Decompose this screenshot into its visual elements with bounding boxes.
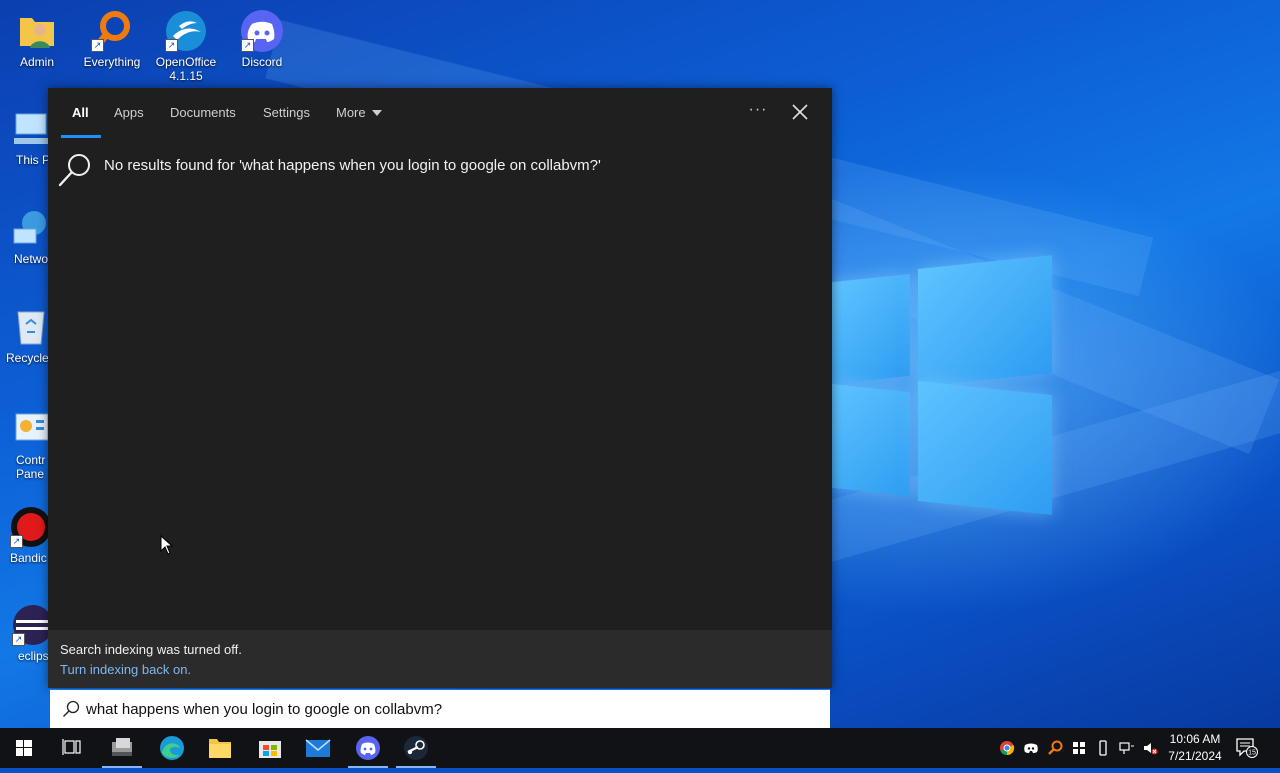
- taskbar-app-virtual-machine[interactable]: [98, 728, 146, 768]
- notification-count: 15: [1248, 750, 1256, 757]
- shortcut-arrow-icon: ↗: [241, 39, 254, 52]
- search-panel: All Apps Documents Settings More ··· No …: [48, 88, 832, 688]
- indexing-message: Search indexing was turned off.: [60, 642, 242, 657]
- everything-tray-icon[interactable]: [1047, 740, 1063, 756]
- tab-more-label: More: [336, 105, 366, 120]
- desktop-icon-openoffice[interactable]: ↗ OpenOffice 4.1.15: [150, 10, 222, 83]
- security-tray-icon[interactable]: [1071, 740, 1087, 756]
- desktop-icon-admin[interactable]: Admin: [1, 10, 73, 69]
- tab-settings[interactable]: Settings: [263, 105, 310, 120]
- taskbar-app-discord[interactable]: [344, 728, 392, 768]
- clock-time: 10:06 AM: [1169, 732, 1221, 746]
- system-clock[interactable]: 10:06 AM 7/21/2024: [1166, 731, 1224, 765]
- taskbar-app-edge[interactable]: [148, 728, 196, 768]
- shortcut-arrow-icon: ↗: [91, 39, 104, 52]
- tab-documents[interactable]: Documents: [170, 105, 236, 120]
- notification-center-button[interactable]: 15: [1236, 738, 1258, 758]
- shortcut-arrow-icon: ↗: [165, 39, 178, 52]
- windows-start-icon: [16, 740, 32, 756]
- search-input[interactable]: [86, 696, 806, 722]
- control-panel-icon: [10, 408, 52, 450]
- search-icon: [63, 700, 80, 717]
- usb-device-icon[interactable]: [1095, 740, 1111, 756]
- clock-date: 7/21/2024: [1168, 749, 1222, 763]
- search-icon: [58, 154, 90, 187]
- taskbar-app-mail[interactable]: [294, 728, 342, 768]
- openoffice-icon: ↗: [165, 10, 207, 52]
- tab-more[interactable]: More: [336, 105, 382, 120]
- taskbar-app-file-explorer[interactable]: [196, 728, 244, 768]
- mail-envelope-icon: [305, 739, 331, 757]
- network-icon[interactable]: [1119, 740, 1135, 756]
- folder-icon: [209, 739, 231, 758]
- taskbar: 10:06 AM 7/21/2024 15: [0, 728, 1280, 768]
- close-button[interactable]: [788, 100, 812, 124]
- discord-icon: ↗: [241, 10, 283, 52]
- user-folder-icon: [16, 10, 58, 52]
- search-tabs: All Apps Documents Settings More ···: [48, 88, 832, 138]
- taskbar-search-box[interactable]: [50, 689, 830, 728]
- windows-logo: [832, 254, 1056, 516]
- active-tab-indicator: [61, 135, 101, 138]
- task-view-icon: [62, 739, 81, 755]
- no-results-message: No results found for 'what happens when …: [104, 157, 601, 174]
- desktop-icon-network[interactable]: Netwo: [0, 207, 54, 266]
- tab-apps[interactable]: Apps: [114, 105, 144, 120]
- shortcut-arrow-icon: ↗: [10, 535, 23, 548]
- network-globe-icon: [10, 207, 52, 249]
- desktop-icon-everything[interactable]: ↗ Everything: [76, 10, 148, 69]
- tab-all[interactable]: All: [72, 105, 89, 120]
- chrome-tray-icon[interactable]: [999, 740, 1015, 756]
- more-options-button[interactable]: ···: [748, 98, 768, 126]
- start-button[interactable]: [0, 728, 48, 768]
- turn-indexing-on-link[interactable]: Turn indexing back on.: [60, 662, 191, 677]
- virtual-machine-icon: [112, 738, 132, 756]
- computer-icon: [10, 108, 52, 150]
- edge-browser-icon: [160, 736, 184, 760]
- shortcut-arrow-icon: ↗: [12, 633, 25, 646]
- discord-icon: [356, 736, 380, 760]
- notification-icon: 15: [1236, 738, 1258, 758]
- taskbar-app-steam[interactable]: [392, 728, 440, 768]
- caret-down-icon: [371, 109, 382, 116]
- indexing-notice: Search indexing was turned off. Turn ind…: [48, 630, 832, 688]
- taskbar-app-store[interactable]: [246, 728, 294, 768]
- recycle-bin-icon: [10, 306, 52, 348]
- volume-muted-icon[interactable]: [1142, 740, 1158, 756]
- close-icon: [792, 104, 808, 120]
- record-icon: ↗: [10, 506, 52, 548]
- discord-tray-icon[interactable]: [1023, 740, 1039, 756]
- task-view-button[interactable]: [48, 728, 96, 768]
- steam-icon: [404, 736, 428, 760]
- no-results-row: No results found for 'what happens when …: [58, 152, 818, 188]
- mouse-cursor-icon: [160, 535, 174, 555]
- magnifier-orange-icon: ↗: [91, 10, 133, 52]
- desktop-icon-discord[interactable]: ↗ Discord: [226, 10, 298, 69]
- store-bag-icon: [259, 741, 281, 758]
